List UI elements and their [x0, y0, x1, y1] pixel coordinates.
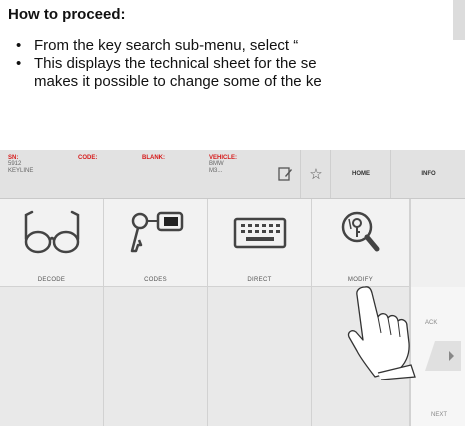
serial-number-cell: SN: 5912 KEYLINE: [8, 150, 68, 198]
blank-label: BLANK:: [142, 155, 165, 161]
edit-button[interactable]: [270, 150, 300, 198]
decode-label: DECODE: [37, 277, 66, 283]
code-cell: CODE:: [78, 150, 128, 198]
modify-label: MODIFY: [347, 277, 374, 283]
decode-tile[interactable]: DECODE: [0, 199, 104, 287]
side-panel-top: [410, 199, 465, 287]
info-button[interactable]: INFO: [390, 150, 465, 198]
modify-tile[interactable]: MODIFY: [312, 199, 410, 287]
empty-tile: [208, 287, 312, 426]
star-icon: ☆: [309, 166, 323, 183]
doc-heading: How to proceed:: [8, 6, 126, 23]
key-tag-icon: [104, 209, 207, 255]
direct-label: DIRECT: [247, 277, 272, 283]
info-bar: SN: 5912 KEYLINE CODE: BLANK: VEHICLE: B…: [0, 150, 465, 199]
instruction-text: From the key search sub-menu, select “: [34, 37, 299, 54]
favorite-button[interactable]: ☆: [300, 150, 331, 198]
doc-margin-marker: [453, 0, 465, 40]
instruction-text-continued: makes it possible to change some of the …: [34, 73, 322, 90]
instruction-list: • From the key search sub-menu, select “…: [14, 37, 465, 91]
direct-tile[interactable]: DIRECT: [208, 199, 312, 287]
vehicle-cell: VEHICLE: BMW M3...: [209, 150, 264, 198]
key-magnifier-icon: [312, 209, 409, 255]
edit-icon: [278, 167, 292, 181]
back-button[interactable]: ACK: [425, 320, 437, 326]
bullet-dot: •: [16, 55, 22, 72]
glasses-icon: [0, 209, 103, 255]
empty-tile: [0, 287, 104, 426]
codes-label: CODES: [144, 277, 167, 283]
vehicle-value-2: M3...: [209, 168, 223, 174]
next-label: NEXT: [431, 412, 448, 418]
blank-cell: BLANK:: [142, 150, 197, 198]
next-arrow-button[interactable]: [421, 341, 461, 371]
bullet-dot: •: [16, 37, 22, 54]
serial-number-value: 5912: [8, 161, 22, 167]
instruction-item: • This displays the technical sheet for …: [14, 55, 465, 73]
vehicle-value: BMW: [209, 161, 224, 167]
keyboard-icon: [208, 209, 311, 255]
instruction-item: • From the key search sub-menu, select “: [14, 37, 465, 55]
arrow-icon: [425, 341, 461, 371]
instruction-text: This displays the technical sheet for th…: [34, 55, 317, 72]
home-button[interactable]: HOME: [330, 150, 391, 198]
home-button-label: HOME: [352, 171, 370, 177]
code-label: CODE:: [78, 155, 98, 161]
codes-tile[interactable]: CODES: [104, 199, 208, 287]
pointing-hand-icon: [345, 285, 420, 385]
info-button-label: INFO: [421, 171, 436, 177]
serial-number-value-2: KEYLINE: [8, 168, 34, 174]
empty-tile: [104, 287, 208, 426]
